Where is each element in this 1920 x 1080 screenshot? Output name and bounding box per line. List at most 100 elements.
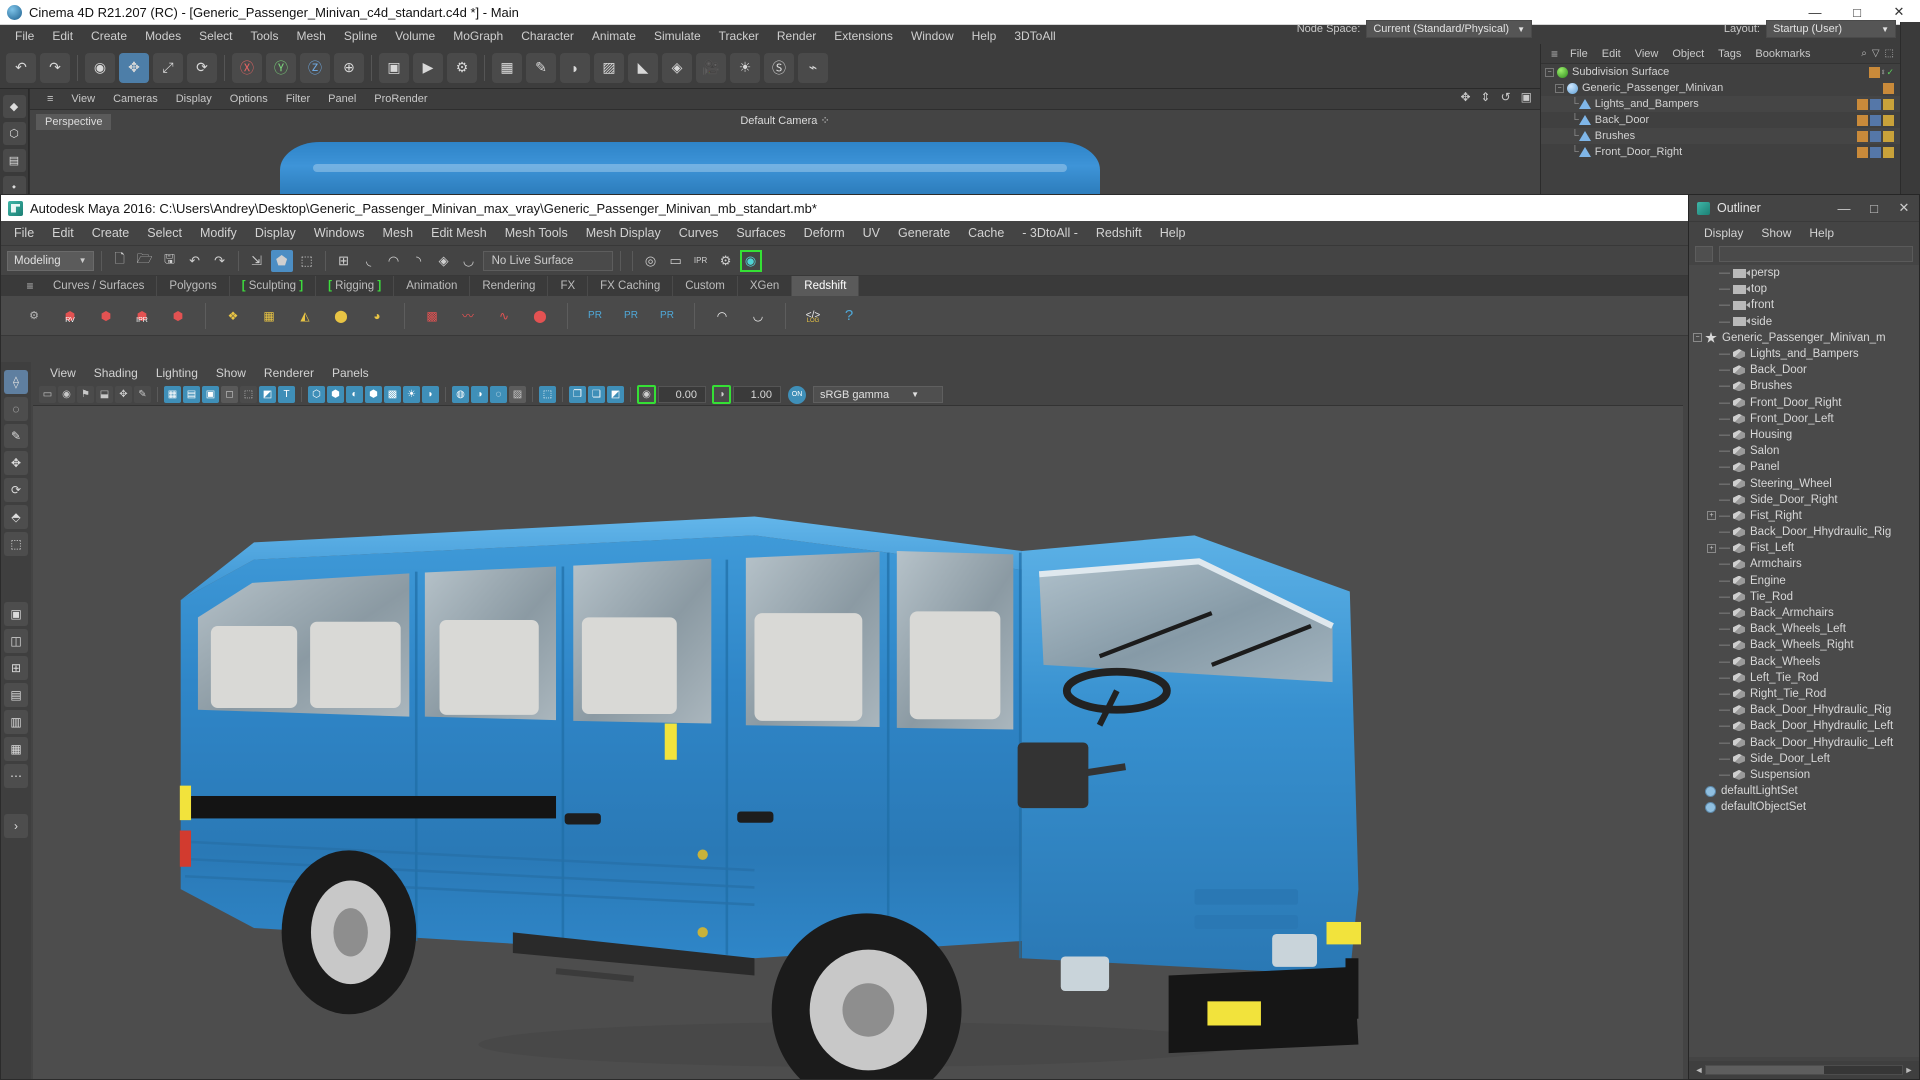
c4d-view-menu-filter[interactable]: Filter	[277, 92, 319, 106]
expander-icon[interactable]: −	[1555, 83, 1564, 93]
tag-icon[interactable]	[1857, 130, 1868, 142]
maya-menu-help[interactable]: Help	[1151, 224, 1195, 242]
maya-menu-edit-mesh[interactable]: Edit Mesh	[422, 224, 496, 242]
pr-object-icon[interactable]: PR	[580, 301, 610, 331]
undo-icon[interactable]: ↶	[184, 250, 206, 272]
c4d-menu-render[interactable]: Render	[768, 27, 825, 45]
outliner-item[interactable]: — Back_Door_Hhydraulic_Left	[1689, 718, 1919, 734]
c4d-view-menu-prorender[interactable]: ProRender	[365, 92, 436, 106]
outliner-item[interactable]: — Steering_Wheel	[1689, 475, 1919, 491]
tag-icon[interactable]	[1857, 146, 1868, 158]
object-tags[interactable]	[1857, 98, 1894, 110]
maya-menu-create[interactable]: Create	[83, 224, 139, 242]
view-transform-icon[interactable]: ◩	[607, 386, 624, 403]
outliner-tree[interactable]: — persp — top — front — side − Generic_Passenger_…	[1689, 265, 1919, 1057]
outliner-item[interactable]: — Lights_and_Bampers	[1689, 346, 1919, 362]
tag-icon[interactable]	[1870, 98, 1881, 110]
move-tool-icon[interactable]: ✥	[119, 52, 149, 83]
gamma-value-field[interactable]: 1.00	[733, 386, 781, 403]
maximize-view-icon[interactable]: ▣	[1521, 90, 1532, 104]
c4d-obj-menu-file[interactable]: File	[1563, 47, 1595, 61]
outliner-item[interactable]: — Left_Tie_Rod	[1689, 670, 1919, 686]
image-plane-icon[interactable]: ⬓	[96, 386, 113, 403]
c4d-menu-file[interactable]: File	[6, 27, 43, 45]
object-tags[interactable]	[1883, 82, 1894, 94]
shelf-hamburger-icon[interactable]: ≡	[19, 276, 41, 296]
live-surface-field[interactable]: No Live Surface	[482, 250, 613, 271]
outliner-filter-icon[interactable]	[1695, 246, 1713, 262]
dolly-icon[interactable]: ⇕	[1481, 90, 1491, 104]
shelf-tab-polygons[interactable]: Polygons	[157, 276, 230, 296]
shelf-tab-curves-surfaces[interactable]: Curves / Surfaces	[41, 276, 158, 296]
outliner-item[interactable]: — Tie_Rod	[1689, 589, 1919, 605]
environment-icon[interactable]: ◈	[662, 52, 692, 83]
gate-mask-icon[interactable]: ◻	[221, 386, 238, 403]
object-manager-search-icons[interactable]: ⌕ ▽ ⬚	[1861, 48, 1900, 59]
outliner-item[interactable]: — Back_Door_Hhydraulic_Rig	[1689, 524, 1919, 540]
c4d-menu-3dtoall[interactable]: 3DToAll	[1005, 27, 1064, 45]
object-manager-hamburger-icon[interactable]: ≡	[1545, 47, 1563, 61]
scale-tool-icon[interactable]: ⤢	[153, 52, 183, 83]
c4d-menu-tracker[interactable]: Tracker	[710, 27, 768, 45]
model-mode-icon[interactable]: ⬡	[2, 122, 26, 145]
redshift-render-sequence-icon[interactable]: ⬢	[91, 301, 121, 331]
isolate-select-icon[interactable]: ⬚	[539, 386, 556, 403]
outliner-item[interactable]: — Housing	[1689, 427, 1919, 443]
cube-primitive-icon[interactable]: ▦	[492, 52, 522, 83]
maya-menu-file[interactable]: File	[5, 224, 43, 242]
tag-icon[interactable]	[1883, 98, 1894, 110]
redshift-hair-icon[interactable]: 〰	[453, 301, 483, 331]
maya-menu-edit[interactable]: Edit	[43, 224, 83, 242]
collapse-minus-icon[interactable]: −	[1693, 333, 1702, 343]
maya-menu-display[interactable]: Display	[246, 224, 305, 242]
depth-of-field-icon[interactable]: ▨	[509, 386, 526, 403]
c4d-menu-animate[interactable]: Animate	[583, 27, 645, 45]
wireframe-on-shaded-icon[interactable]: ⬢	[365, 386, 382, 403]
display-layer-icon[interactable]: ❐	[569, 386, 586, 403]
shelf-tab-animation[interactable]: Animation	[394, 276, 471, 296]
two-d-pan-zoom-icon[interactable]: ✥	[115, 386, 132, 403]
outliner-item[interactable]: + — Fist_Right	[1689, 508, 1919, 524]
outliner-horizontal-scrollbar[interactable]: ◄ ►	[1689, 1061, 1919, 1079]
snap-to-grids-icon[interactable]: ⊞	[333, 250, 355, 272]
last-tool-icon[interactable]: ⬚	[4, 532, 28, 556]
check-icon[interactable]: ✓	[1886, 67, 1894, 78]
smooth-shade-all-icon[interactable]: ⬢	[327, 386, 344, 403]
paint-select-tool-icon[interactable]: ✎	[4, 424, 28, 448]
use-all-lights-icon[interactable]: ☀	[403, 386, 420, 403]
c4d-menu-help[interactable]: Help	[963, 27, 1006, 45]
save-scene-icon[interactable]: 🖫	[159, 250, 181, 272]
c4d-menu-mesh[interactable]: Mesh	[287, 27, 334, 45]
scrollbar-track[interactable]	[1705, 1065, 1903, 1075]
spline-pen-icon[interactable]: ✎	[526, 52, 556, 83]
tag-icon[interactable]	[1869, 66, 1881, 78]
outliner-menu-show[interactable]: Show	[1752, 224, 1800, 242]
select-camera-icon[interactable]: ▭	[39, 386, 56, 403]
panel-menu-show[interactable]: Show	[207, 364, 255, 382]
maya-menu-windows[interactable]: Windows	[305, 224, 374, 242]
smooth-shade-selected-icon[interactable]: ◐	[346, 386, 363, 403]
c4d-menu-extensions[interactable]: Extensions	[825, 27, 902, 45]
menuset-dropdown[interactable]: Modeling ▼	[7, 250, 94, 271]
texture-mode-icon[interactable]: ▤	[2, 149, 26, 172]
layout-two-pane-icon[interactable]: ◫	[4, 629, 28, 653]
rotate-tool-icon[interactable]: ⟳	[187, 52, 217, 83]
scale-tool-icon[interactable]: ⬘	[4, 505, 28, 529]
axis-z-icon[interactable]: Ⓩ	[300, 52, 330, 83]
shelf-tab-rendering[interactable]: Rendering	[470, 276, 549, 296]
shadows-icon[interactable]: ◗	[422, 386, 439, 403]
c4d-object-row[interactable]: └ Front_Door_Right	[1541, 144, 1900, 160]
redshift-curve-icon[interactable]: ∿	[489, 301, 519, 331]
redo-icon[interactable]: ↷	[209, 250, 231, 272]
light-icon[interactable]: ☀	[730, 52, 760, 83]
outliner-item[interactable]: — Suspension	[1689, 767, 1919, 783]
simulate-icon[interactable]: ⌁	[798, 52, 828, 83]
outliner-item[interactable]: — side	[1689, 314, 1919, 330]
tag-icon[interactable]	[1883, 146, 1894, 158]
resolution-gate-icon[interactable]: ▣	[202, 386, 219, 403]
rotate-tool-icon[interactable]: ⟳	[4, 478, 28, 502]
text-overlay-icon[interactable]: T	[278, 386, 295, 403]
c4d-object-row[interactable]: └ Back_Door	[1541, 112, 1900, 128]
outliner-search-input[interactable]	[1719, 246, 1913, 262]
c4d-obj-menu-object[interactable]: Object	[1665, 47, 1711, 61]
